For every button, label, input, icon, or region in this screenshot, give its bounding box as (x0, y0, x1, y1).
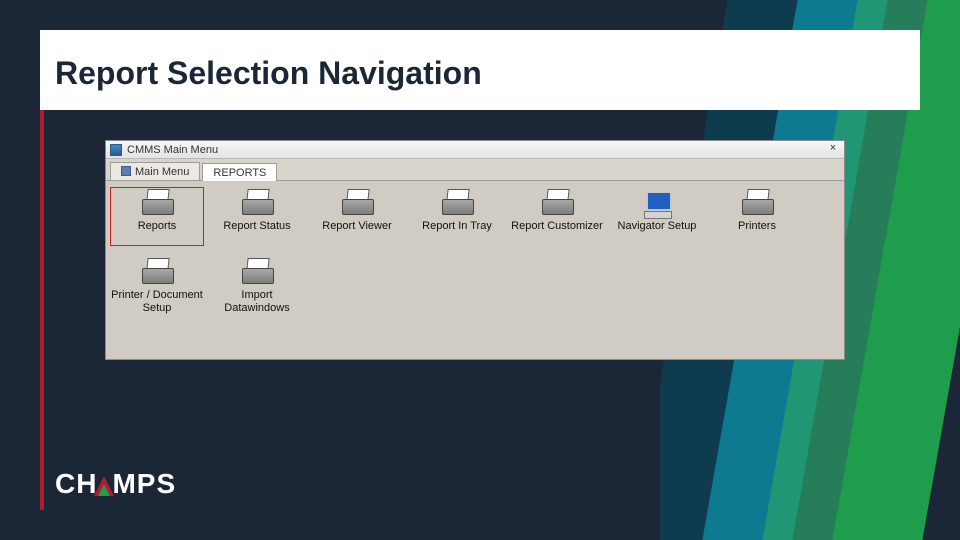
tab-icon (121, 166, 131, 176)
workspace: Reports Report Status Report Viewer Repo… (106, 181, 844, 359)
icon-label: Report Status (210, 220, 304, 246)
icon-label: Report In Tray (410, 220, 504, 246)
icon-label: Report Customizer (510, 220, 604, 246)
icon-report-viewer[interactable]: Report Viewer (310, 187, 404, 246)
logo-text-left: CH (55, 468, 97, 500)
icon-label: Report Viewer (310, 220, 404, 246)
icon-label: Import Datawindows (210, 289, 304, 315)
tab-strip: Main Menu REPORTS (106, 159, 844, 181)
computer-icon (640, 189, 674, 217)
slide-title: Report Selection Navigation (55, 55, 482, 92)
window-titlebar: CMMS Main Menu × (106, 141, 844, 159)
printer-icon (240, 189, 274, 217)
printer-icon (440, 189, 474, 217)
icon-reports[interactable]: Reports (110, 187, 204, 246)
tab-label: Main Menu (135, 166, 189, 178)
close-button[interactable]: × (826, 143, 840, 155)
icon-label: Navigator Setup (610, 220, 704, 246)
icon-row-2: Printer / Document Setup Import Datawind… (110, 256, 840, 315)
icon-navigator-setup[interactable]: Navigator Setup (610, 187, 704, 246)
icon-printer-document-setup[interactable]: Printer / Document Setup (110, 256, 204, 315)
icon-row-1: Reports Report Status Report Viewer Repo… (110, 187, 840, 246)
window-icon (110, 144, 122, 156)
icon-label: Reports (110, 220, 204, 246)
tab-reports[interactable]: REPORTS (202, 163, 277, 181)
printer-icon (240, 258, 274, 286)
icon-report-customizer[interactable]: Report Customizer (510, 187, 604, 246)
tab-label: REPORTS (213, 167, 266, 179)
printer-icon (540, 189, 574, 217)
printer-icon (140, 189, 174, 217)
champs-logo: CH MPS (55, 468, 176, 500)
icon-printers[interactable]: Printers (710, 187, 804, 246)
icon-import-datawindows[interactable]: Import Datawindows (210, 256, 304, 315)
tab-main-menu[interactable]: Main Menu (110, 162, 200, 180)
cmms-main-menu-window: CMMS Main Menu × Main Menu REPORTS Repor… (105, 140, 845, 360)
logo-text-right: MPS (112, 468, 176, 500)
logo-a-icon (94, 476, 114, 496)
printer-icon (340, 189, 374, 217)
icon-label: Printers (710, 220, 804, 246)
icon-report-in-tray[interactable]: Report In Tray (410, 187, 504, 246)
icon-report-status[interactable]: Report Status (210, 187, 304, 246)
window-title: CMMS Main Menu (127, 144, 218, 156)
printer-icon (140, 258, 174, 286)
icon-label: Printer / Document Setup (110, 289, 204, 315)
printer-icon (740, 189, 774, 217)
